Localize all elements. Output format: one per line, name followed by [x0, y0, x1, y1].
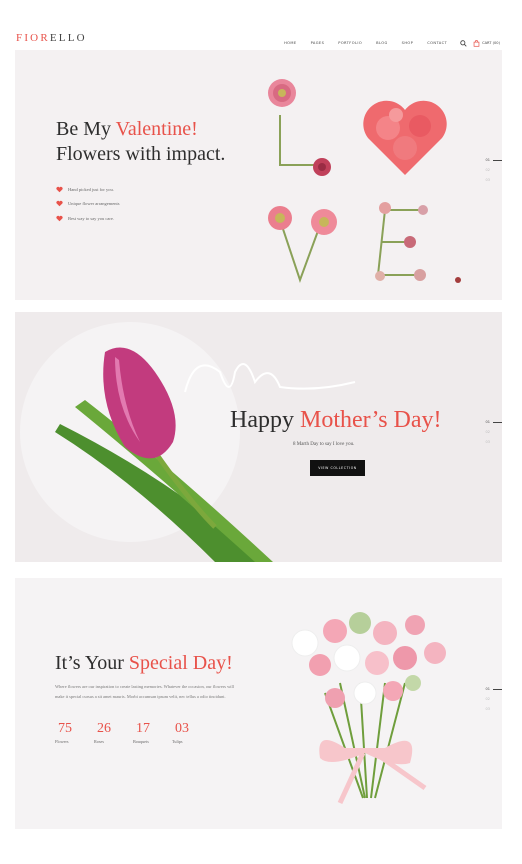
mothers-day-title: Happy Mother’s Day! [230, 407, 442, 434]
cart-label: CART (00) [482, 41, 500, 45]
heart-icon [56, 186, 63, 193]
heart-icon [56, 201, 63, 207]
slide-nav-number: 03 [485, 440, 490, 444]
stat-value: 75 [58, 721, 72, 736]
list-item: Unique flower arrangements [56, 197, 119, 212]
nav-blog[interactable]: Blog [376, 41, 388, 45]
nav-contact[interactable]: Contact [427, 41, 447, 45]
list-item: Hand picked just for you. [56, 182, 119, 197]
love-flower-artwork [268, 79, 461, 284]
heart-icon [56, 215, 63, 222]
stat-tulips: 03 Tulips [172, 720, 211, 744]
slide-nav: 01 02 03 [486, 419, 502, 445]
stat-label: Roses [94, 739, 105, 744]
stat-value: 17 [136, 721, 150, 736]
nav-home[interactable]: Home [284, 41, 297, 45]
slide-nav-item[interactable]: 01 [486, 686, 502, 692]
slide-nav-line [493, 421, 502, 423]
special-day-title-accent: Special Day! [128, 652, 233, 674]
slide-nav-number: 03 [485, 178, 490, 182]
nav-portfolio[interactable]: Portfolio [338, 41, 362, 45]
logo-suffix: ELLO [49, 32, 87, 44]
slide-nav-number: 02 [485, 168, 490, 172]
feature-list: Hand picked just for you. Unique flower … [56, 182, 119, 226]
slide-nav-number: 01 [485, 687, 490, 691]
stat-label: Bouquets [133, 739, 149, 744]
stat-value: 03 [175, 721, 189, 736]
nav-shop[interactable]: Shop [402, 41, 414, 45]
slide-nav-number: 02 [485, 430, 490, 434]
slide-nav: 01 02 03 [486, 157, 502, 183]
mothers-day-title-accent: Mother’s Day! [299, 407, 442, 433]
list-item: Best way to say you care. [56, 211, 119, 226]
slide-nav-item[interactable]: 02 [486, 696, 502, 702]
slide-nav-item[interactable]: 01 [486, 419, 502, 425]
stat-value: 26 [97, 721, 111, 736]
feature-text: Hand picked just for you. [68, 186, 114, 192]
slide-nav-item[interactable]: 03 [486, 706, 502, 712]
valentine-title-line2: Flowers with impact. [56, 143, 226, 165]
slide-nav-number: 01 [485, 158, 490, 162]
slide-nav-item[interactable]: 03 [486, 439, 502, 445]
valentine-title: Be My Valentine! Flowers with impact. [56, 117, 225, 167]
slide-nav-number: 03 [485, 707, 490, 711]
slide-nav-item[interactable]: 02 [486, 167, 502, 173]
mothers-day-subtitle: 8 Marth Day to say I love you. [293, 442, 355, 447]
logo[interactable]: FIORELLO [16, 32, 87, 44]
stats-row: 75 Flowers 26 Roses 17 Bouquets 03 Tulip… [55, 720, 211, 744]
feature-text: Best way to say you care. [68, 215, 114, 221]
logo-prefix: FIOR [16, 32, 50, 44]
slide-nav-line [493, 159, 502, 161]
site-header: FIORELLO Home Pages Portfolio Blog Shop … [0, 0, 522, 50]
slide-nav: 01 02 03 [486, 686, 502, 712]
slide-nav-number: 01 [485, 420, 490, 424]
stat-label: Flowers [55, 739, 69, 744]
slide-nav-item[interactable]: 03 [486, 177, 502, 183]
valentine-title-plain: Be My [56, 118, 116, 140]
special-day-title-plain: It’s Your [55, 652, 129, 674]
slide-nav-number: 02 [485, 697, 490, 701]
slide-nav-item[interactable]: 02 [486, 429, 502, 435]
stat-flowers: 75 Flowers [55, 720, 94, 744]
slide-special-day: It’s Your Special Day! Where flowers are… [15, 578, 502, 829]
slide-nav-item[interactable]: 01 [486, 157, 502, 163]
slide-valentine: Be My Valentine! Flowers with impact. Ha… [15, 50, 502, 300]
nav-pages[interactable]: Pages [311, 41, 325, 45]
slide-nav-line [493, 688, 502, 690]
valentine-title-accent: Valentine! [115, 118, 198, 140]
stat-label: Tulips [172, 739, 183, 744]
special-day-description: Where flowers are our inspiration to cre… [55, 684, 234, 699]
view-collection-button[interactable]: View Collection [310, 460, 365, 476]
special-day-title: It’s Your Special Day! [55, 652, 233, 675]
feature-text: Unique flower arrangements [68, 201, 120, 207]
mothers-day-title-plain: Happy [230, 407, 300, 433]
slide-mothers-day: Happy Mother’s Day! 8 Marth Day to say I… [15, 312, 502, 562]
stat-bouquets: 17 Bouquets [133, 720, 172, 744]
search-icon[interactable] [459, 39, 468, 48]
bouquet-artwork [291, 612, 446, 805]
stat-roses: 26 Roses [94, 720, 133, 744]
tulip-artwork [20, 322, 356, 562]
